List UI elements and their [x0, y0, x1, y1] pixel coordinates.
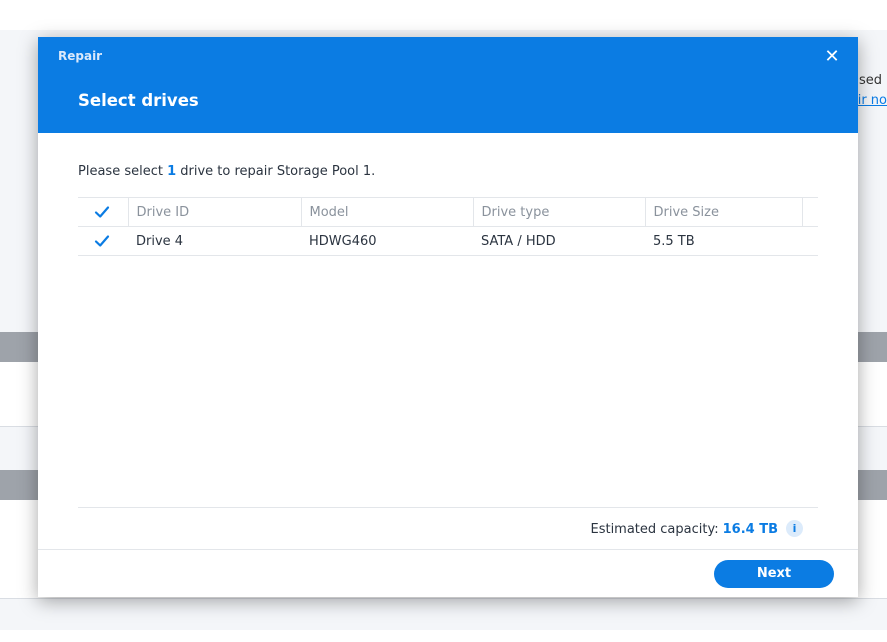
next-button[interactable]: Next	[714, 560, 834, 588]
select-all-cell	[78, 197, 128, 227]
instruction-count: 1	[167, 164, 177, 179]
instruction-text: Please select 1 drive to repair Storage …	[78, 164, 375, 179]
table-row[interactable]: Drive 4 HDWG460 SATA / HDD 5.5 TB	[78, 226, 818, 256]
column-header-drive-id[interactable]: Drive ID	[127, 197, 301, 227]
background-top	[0, 0, 887, 30]
step-title: Select drives	[78, 91, 199, 110]
checkmark-icon	[94, 206, 110, 218]
info-icon[interactable]: i	[786, 520, 803, 537]
row-checkbox[interactable]	[94, 233, 110, 249]
instruction-prefix: Please select	[78, 164, 168, 179]
cell-drive-type: SATA / HDD	[473, 226, 645, 256]
capacity-label: Estimated capacity:	[590, 522, 719, 537]
close-icon[interactable]: ✕	[822, 47, 842, 67]
background-text: sed	[858, 73, 882, 88]
window-title: Repair	[58, 49, 103, 63]
cell-spacer	[802, 226, 818, 256]
drives-table: Drive ID Model Drive type Drive Size Dri…	[78, 197, 818, 256]
column-header-drive-type[interactable]: Drive type	[472, 197, 645, 227]
button-bar: Next	[38, 549, 858, 597]
capacity-value: 16.4 TB	[722, 522, 778, 537]
row-checkbox-cell	[78, 226, 128, 256]
instruction-suffix: drive to repair Storage Pool 1.	[176, 164, 376, 179]
cell-model: HDWG460	[301, 226, 473, 256]
footer-divider	[78, 507, 818, 508]
repair-dialog: Repair ✕ Select drives Please select 1 d…	[38, 37, 858, 597]
cell-drive-size: 5.5 TB	[645, 226, 802, 256]
column-header-spacer	[801, 197, 818, 227]
column-header-drive-size[interactable]: Drive Size	[644, 197, 802, 227]
column-header-model[interactable]: Model	[300, 197, 473, 227]
table-header-row: Drive ID Model Drive type Drive Size	[78, 197, 818, 227]
estimated-capacity: Estimated capacity: 16.4 TB	[590, 522, 778, 537]
select-all-checkbox[interactable]	[94, 204, 110, 220]
checkmark-icon	[94, 235, 110, 247]
background-link[interactable]: ir no	[858, 93, 887, 108]
dialog-header: Repair ✕ Select drives	[38, 37, 858, 133]
cell-drive-id: Drive 4	[128, 226, 301, 256]
